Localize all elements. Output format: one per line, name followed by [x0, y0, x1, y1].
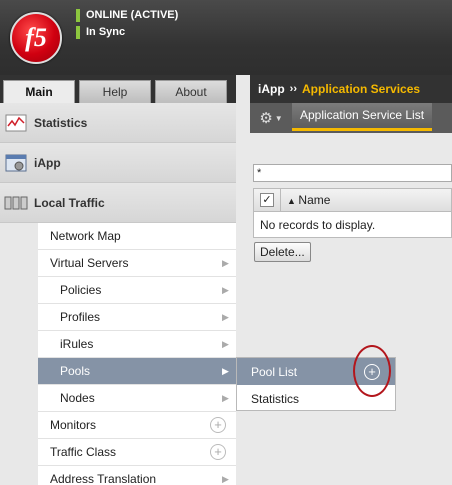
gear-menu-button[interactable]: ⚙ ▼ [254, 106, 288, 130]
status-online: ONLINE (ACTIVE) [76, 8, 178, 22]
chevron-right-icon: ▶ [222, 338, 229, 349]
highlight-annotation [353, 345, 391, 397]
sidebar: Statistics iApp Local Traffic Network Ma… [0, 103, 236, 485]
nav-nodes[interactable]: Nodes ▶ [38, 385, 236, 412]
chevron-right-icon: ▶ [222, 392, 229, 403]
statistics-icon [4, 113, 28, 133]
sidebar-section-statistics[interactable]: Statistics [0, 103, 236, 143]
add-circle-icon[interactable]: + [210, 444, 226, 460]
breadcrumb-current: Application Services [302, 82, 421, 96]
breadcrumb-separator-icon: ›› [289, 83, 297, 95]
breadcrumb: iApp ›› Application Services [250, 75, 452, 103]
nav-label: Address Translation [50, 472, 157, 485]
search-input[interactable]: * [253, 164, 452, 182]
nav-label: Nodes [60, 391, 95, 405]
nav-profiles[interactable]: Profiles ▶ [38, 304, 236, 331]
nav-label: Pools [60, 364, 91, 378]
sidebar-section-iapp[interactable]: iApp [0, 143, 236, 183]
chevron-right-icon: ▶ [222, 257, 229, 268]
nav-policies[interactable]: Policies ▶ [38, 277, 236, 304]
sync-indicator [76, 25, 80, 39]
column-header-name[interactable]: ▲ Name [280, 188, 331, 212]
delete-button[interactable]: Delete... [254, 242, 311, 262]
section-label: iApp [34, 155, 61, 170]
column-label: Name [298, 192, 331, 207]
chevron-down-icon: ▼ [274, 113, 283, 123]
empty-message: No records to display. [260, 218, 376, 232]
status-sync-text: In Sync [86, 26, 126, 38]
table-header: ✓ ▲ Name [254, 188, 451, 212]
add-circle-icon[interactable]: + [210, 417, 226, 433]
nav-network-map[interactable]: Network Map [38, 223, 236, 250]
nav-monitors[interactable]: Monitors + [38, 412, 236, 439]
tab-application-service-list[interactable]: Application Service List [292, 103, 433, 131]
nav-label: Profiles [60, 310, 101, 324]
nav-virtual-servers[interactable]: Virtual Servers ▶ [38, 250, 236, 277]
status-sync: In Sync [76, 25, 125, 39]
status-indicator [76, 8, 80, 22]
section-label: Local Traffic [34, 195, 105, 210]
services-table: ✓ ▲ Name No records to display. [253, 188, 452, 238]
nav-label: Traffic Class [50, 445, 117, 459]
nav-label: Network Map [50, 229, 121, 243]
local-traffic-icon [4, 193, 28, 213]
status-online-text: ONLINE (ACTIVE) [86, 9, 179, 21]
iapp-icon [4, 153, 28, 173]
breadcrumb-root[interactable]: iApp [258, 82, 285, 96]
nav-pools[interactable]: Pools ▶ [38, 358, 236, 385]
nav-label: iRules [60, 337, 94, 351]
nav-label: Monitors [50, 418, 97, 432]
gear-icon: ⚙ [259, 110, 273, 127]
flyout-label: Pool List [251, 364, 298, 379]
f5-logo[interactable]: f5 [10, 12, 62, 64]
chevron-right-icon: ▶ [222, 473, 229, 484]
main-tabs: Main Help About [0, 75, 236, 103]
chevron-right-icon: ▶ [222, 284, 229, 295]
select-all-checkbox[interactable]: ✓ [260, 193, 274, 207]
sidebar-section-local-traffic[interactable]: Local Traffic [0, 183, 236, 223]
tab-main[interactable]: Main [3, 80, 75, 103]
nav-address-translation[interactable]: Address Translation ▶ [38, 466, 236, 485]
top-banner: f5 ONLINE (ACTIVE) In Sync [0, 0, 452, 75]
section-label: Statistics [34, 115, 88, 130]
nav-label: Virtual Servers [50, 256, 129, 270]
chevron-right-icon: ▶ [222, 365, 229, 376]
flyout-label: Statistics [251, 391, 300, 406]
nav-label: Policies [60, 283, 102, 297]
tab-help[interactable]: Help [79, 80, 151, 103]
sort-asc-icon: ▲ [287, 195, 299, 206]
nav-traffic-class[interactable]: Traffic Class + [38, 439, 236, 466]
tab-about[interactable]: About [155, 80, 227, 103]
chevron-right-icon: ▶ [222, 311, 229, 322]
logo-text: f5 [25, 23, 47, 52]
sub-toolbar: ⚙ ▼ Application Service List [250, 103, 452, 133]
nav-irules[interactable]: iRules ▶ [38, 331, 236, 358]
